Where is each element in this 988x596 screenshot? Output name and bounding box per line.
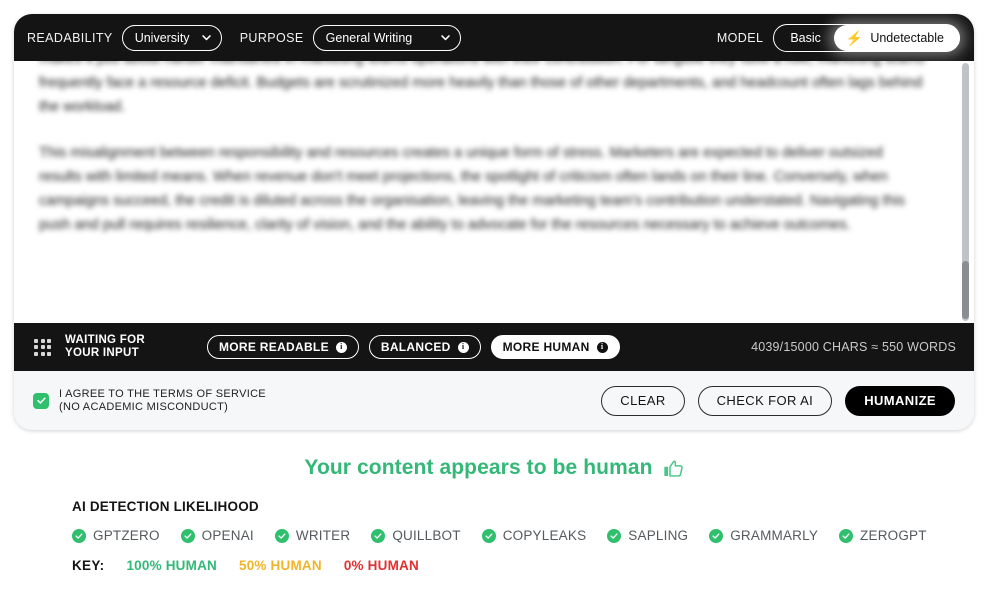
detector-name: WRITER <box>295 528 351 543</box>
check-circle-icon <box>709 528 724 543</box>
editor-scrollbar[interactable] <box>962 63 969 321</box>
chevron-down-icon <box>440 32 451 43</box>
character-count: 4039/15000 CHARS ≈ 550 WORDS <box>751 340 956 354</box>
detector-list: GPTZERO OPENAI WRITER QUILLBOT COPYLEAKS… <box>72 528 932 543</box>
purpose-value: General Writing <box>325 30 413 45</box>
humanize-button[interactable]: HUMANIZE <box>845 385 955 416</box>
detector-sapling: SAPLING <box>607 528 688 543</box>
check-circle-icon <box>180 528 195 543</box>
purpose-select[interactable]: General Writing <box>312 24 461 51</box>
check-circle-icon <box>274 528 289 543</box>
tone-pill-more-human[interactable]: MORE HUMAN i <box>490 335 620 359</box>
info-icon[interactable]: i <box>335 341 347 353</box>
legend-key-label: KEY: <box>72 558 105 573</box>
editor-actions-row: I AGREE TO THE TERMS OF SERVICE (NO ACAD… <box>14 371 974 430</box>
editor-blurred-content: makes it just about harder maintained in… <box>39 61 929 259</box>
checkmark-icon <box>36 397 46 404</box>
grid-dots-icon <box>34 338 51 356</box>
readability-label: READABILITY <box>27 30 113 45</box>
check-circle-icon <box>72 528 86 543</box>
detector-copyleaks: COPYLEAKS <box>481 528 587 543</box>
ai-detection-title: AI DETECTION LIKELIHOOD <box>72 499 259 514</box>
editor-control-bar: READABILITY University PURPOSE General W… <box>14 14 974 61</box>
check-circle-icon <box>607 528 622 543</box>
editor-status-bar: WAITING FOR YOUR INPUT MORE READABLE i B… <box>14 323 974 371</box>
thumbs-up-icon <box>663 458 684 479</box>
model-option-basic[interactable]: Basic <box>774 31 834 45</box>
tone-pill-more-readable[interactable]: MORE READABLE i <box>206 335 359 359</box>
model-option-undetectable-label: Undetectable <box>870 30 944 45</box>
legend-0-human: 0% HUMAN <box>343 558 419 573</box>
terms-checkbox[interactable] <box>33 392 49 409</box>
readability-select[interactable]: University <box>121 24 222 51</box>
detector-name: ZEROGPT <box>860 528 927 543</box>
clear-button[interactable]: CLEAR <box>601 385 685 416</box>
editor-scrollbar-thumb[interactable] <box>962 261 969 319</box>
chevron-down-icon <box>201 32 212 43</box>
check-circle-icon <box>839 528 854 543</box>
detector-name: GPTZERO <box>93 528 160 543</box>
detector-name: OPENAI <box>201 528 254 543</box>
bolt-icon: ⚡ <box>845 29 864 46</box>
model-label: MODEL <box>716 30 764 45</box>
info-icon[interactable]: i <box>596 341 608 353</box>
info-icon[interactable]: i <box>457 341 469 353</box>
tone-pill-balanced[interactable]: BALANCED i <box>368 335 481 359</box>
detector-name: COPYLEAKS <box>502 528 587 543</box>
ai-detection-block: AI DETECTION LIKELIHOOD GPTZERO OPENAI W… <box>72 499 932 573</box>
detector-quillbot: QUILLBOT <box>371 528 461 543</box>
check-for-ai-button[interactable]: CHECK FOR AI <box>697 385 833 416</box>
result-headline-text: Your content appears to be human <box>304 456 653 479</box>
detector-writer: WRITER <box>274 528 351 543</box>
purpose-label: PURPOSE <box>239 30 304 45</box>
tone-pill-group: MORE READABLE i BALANCED i MORE HUMAN i <box>206 335 620 359</box>
detector-name: SAPLING <box>628 528 689 543</box>
terms-label: I AGREE TO THE TERMS OF SERVICE (NO ACAD… <box>59 388 266 413</box>
check-circle-icon <box>371 528 386 543</box>
editor-paragraph: This misalignment between responsibility… <box>39 145 905 233</box>
editor-text-area[interactable]: makes it just about harder maintained in… <box>14 61 974 323</box>
detector-name: QUILLBOT <box>392 528 461 543</box>
humanizer-editor-card: READABILITY University PURPOSE General W… <box>14 14 974 430</box>
model-toggle: Basic ⚡ Undetectable <box>773 23 960 52</box>
detector-name: GRAMMARLY <box>730 528 819 543</box>
detector-openai: OPENAI <box>180 528 254 543</box>
legend-100-human: 100% HUMAN <box>126 558 217 573</box>
detector-zerogpt: ZEROGPT <box>839 528 927 543</box>
status-text: WAITING FOR YOUR INPUT <box>65 334 145 359</box>
tone-pill-label: MORE HUMAN <box>502 340 590 354</box>
action-button-group: CLEAR CHECK FOR AI HUMANIZE <box>601 385 955 416</box>
check-circle-icon <box>481 528 496 543</box>
tone-pill-label: MORE READABLE <box>218 340 329 354</box>
legend-key-row: KEY: 100% HUMAN 50% HUMAN 0% HUMAN <box>72 558 932 573</box>
legend-50-human: 50% HUMAN <box>238 558 322 573</box>
result-headline: Your content appears to be human <box>0 456 988 480</box>
editor-paragraph: makes it just about harder maintained in… <box>39 61 925 115</box>
model-option-undetectable[interactable]: ⚡ Undetectable <box>833 24 960 51</box>
readability-value: University <box>134 30 190 45</box>
detector-grammarly: GRAMMARLY <box>709 528 818 543</box>
tone-pill-label: BALANCED <box>380 340 451 354</box>
detector-gptzero: GPTZERO <box>72 528 160 543</box>
